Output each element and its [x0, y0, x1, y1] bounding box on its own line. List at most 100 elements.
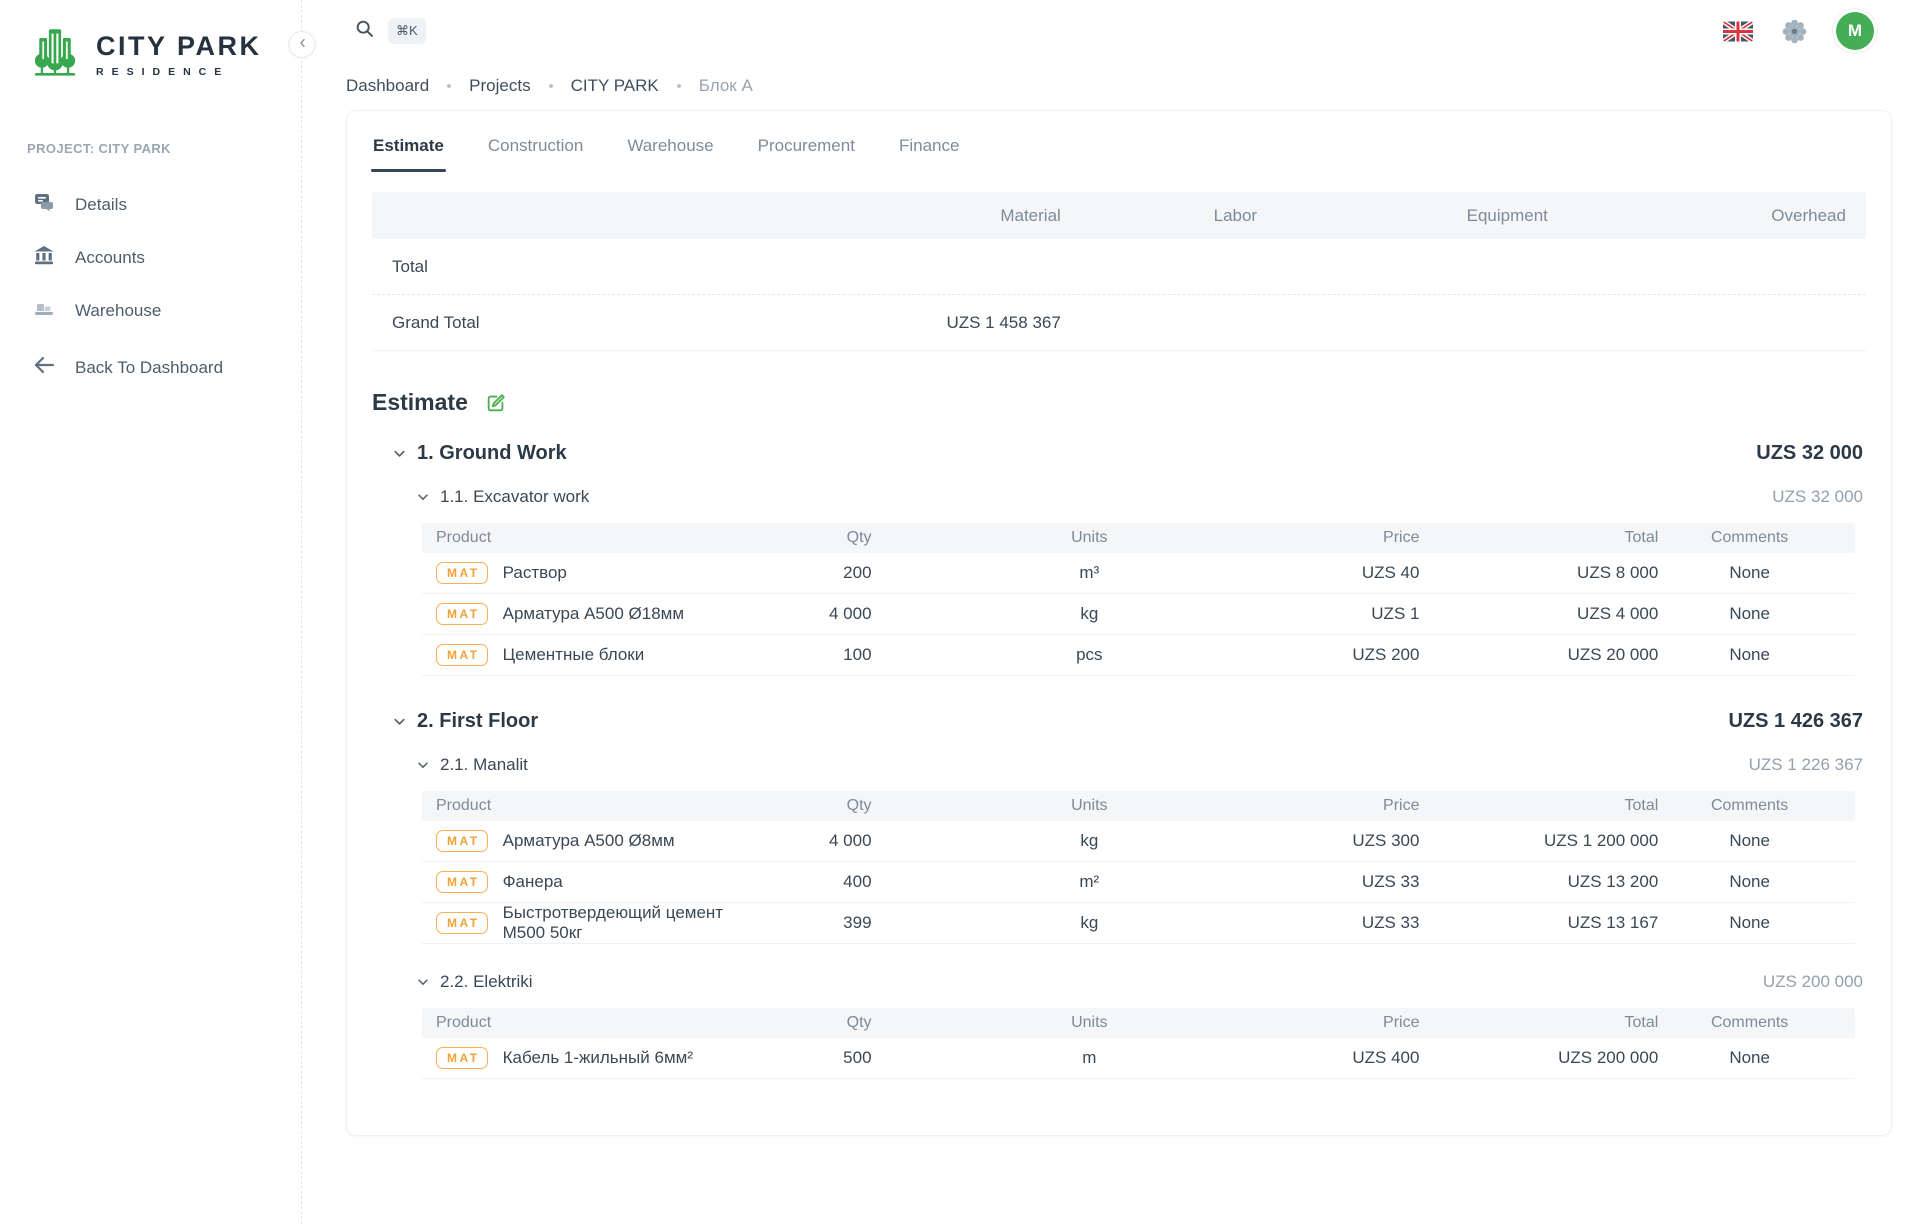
- cell-total: UZS 4 000: [1419, 604, 1658, 624]
- chevron-down-icon[interactable]: [392, 446, 407, 461]
- settings-gear-icon[interactable]: [1781, 18, 1808, 45]
- tab-construction[interactable]: Construction: [486, 121, 585, 172]
- tab-procurement[interactable]: Procurement: [756, 121, 857, 172]
- cell-units: m: [872, 1048, 1308, 1068]
- sidebar: CITY PARK RESIDENCE PROJECT: CITY PARK D…: [0, 0, 302, 1224]
- section-header[interactable]: 1. Ground Work UZS 32 000: [347, 442, 1891, 465]
- chevron-down-icon[interactable]: [416, 490, 430, 504]
- sidebar-item-details[interactable]: Details: [27, 178, 281, 231]
- table-row[interactable]: MAT Быстротвердеющий цемент М500 50кг 39…: [422, 903, 1855, 944]
- search-icon: [354, 18, 375, 44]
- cell-price: UZS 1: [1307, 604, 1419, 624]
- tab-bar: Estimate Construction Warehouse Procurem…: [347, 111, 1891, 172]
- section-title: 2. First Floor: [417, 710, 538, 733]
- brand-name: CITY PARK: [96, 31, 262, 62]
- brand-logo[interactable]: CITY PARK RESIDENCE: [27, 24, 281, 85]
- tab-estimate[interactable]: Estimate: [371, 121, 446, 172]
- col-qty: Qty: [759, 797, 871, 815]
- table-row[interactable]: MAT Кабель 1-жильный 6мм² 500 m UZS 400 …: [422, 1038, 1855, 1079]
- breadcrumb: Dashboard Projects CITY PARK Блок А: [302, 62, 1920, 96]
- table-row[interactable]: MAT Арматура А500 Ø18мм 4 000 kg UZS 1 U…: [422, 594, 1855, 635]
- language-flag-uk-icon[interactable]: [1723, 21, 1753, 42]
- product-name: Быстротвердеющий цемент М500 50кг: [503, 903, 760, 943]
- table-row[interactable]: MAT Цементные блоки 100 pcs UZS 200 UZS …: [422, 635, 1855, 676]
- section-total: UZS 1 426 367: [1728, 710, 1863, 733]
- brand-wordmark: CITY PARK RESIDENCE: [96, 31, 262, 78]
- col-qty: Qty: [759, 1014, 871, 1032]
- col-comments: Comments: [1658, 797, 1841, 815]
- cell-total: UZS 13 167: [1419, 913, 1658, 933]
- sidebar-item-back-to-dashboard[interactable]: Back To Dashboard: [27, 341, 281, 394]
- subsection-title: 2.2. Elektriki: [440, 972, 533, 992]
- sidebar-item-accounts[interactable]: Accounts: [27, 231, 281, 284]
- subsection-header-elektriki[interactable]: 2.2. Elektriki UZS 200 000: [347, 972, 1891, 992]
- subsection-header-excavator-work[interactable]: 1.1. Excavator work UZS 32 000: [347, 487, 1891, 507]
- cell-total: UZS 8 000: [1419, 563, 1658, 583]
- sidebar-nav: Details Accounts: [27, 178, 281, 394]
- brand-subname: RESIDENCE: [96, 66, 262, 78]
- breadcrumb-projects[interactable]: Projects: [469, 76, 530, 96]
- product-name: Кабель 1-жильный 6мм²: [503, 1048, 693, 1068]
- chevron-down-icon[interactable]: [392, 714, 407, 729]
- cell-units: pcs: [872, 645, 1308, 665]
- col-comments: Comments: [1658, 529, 1841, 547]
- table-row[interactable]: MAT Раствор 200 m³ UZS 40 UZS 8 000 None: [422, 553, 1855, 594]
- subsection-total: UZS 1 226 367: [1749, 755, 1863, 775]
- user-avatar[interactable]: M: [1836, 12, 1874, 50]
- material-badge: MAT: [436, 562, 488, 584]
- chevron-down-icon[interactable]: [416, 975, 430, 989]
- project-label: PROJECT: CITY PARK: [27, 141, 281, 156]
- avatar-initial: M: [1848, 21, 1862, 41]
- cell-total: UZS 200 000: [1419, 1048, 1658, 1068]
- chevron-down-icon[interactable]: [416, 758, 430, 772]
- warehouse-icon: [32, 296, 56, 325]
- product-name: Фанера: [503, 872, 563, 892]
- cell-total: UZS 13 200: [1419, 872, 1658, 892]
- col-product: Product: [436, 797, 759, 815]
- cell-qty: 399: [759, 913, 871, 933]
- cell-units: kg: [872, 604, 1308, 624]
- search-button[interactable]: ⌘K: [354, 18, 426, 44]
- cell-comments: None: [1658, 645, 1841, 665]
- cell-qty: 100: [759, 645, 871, 665]
- breadcrumb-separator-dot: [549, 84, 553, 88]
- cell-total: UZS 1 200 000: [1419, 831, 1658, 851]
- material-badge: MAT: [436, 912, 488, 934]
- cost-summary-table: Material Labor Equipment Overhead Total …: [372, 192, 1866, 351]
- summary-header-row: Material Labor Equipment Overhead: [372, 192, 1866, 239]
- sidebar-item-warehouse[interactable]: Warehouse: [27, 284, 281, 337]
- cell-total: UZS 20 000: [1419, 645, 1658, 665]
- section-title: 1. Ground Work: [417, 442, 567, 465]
- cell-units: m³: [872, 563, 1308, 583]
- tab-finance[interactable]: Finance: [897, 121, 961, 172]
- sidebar-item-label: Back To Dashboard: [75, 358, 223, 378]
- cell-units: kg: [872, 913, 1308, 933]
- subsection-total: UZS 200 000: [1763, 972, 1863, 992]
- arrow-left-icon: [32, 353, 56, 382]
- edit-estimate-icon[interactable]: [485, 392, 507, 414]
- sidebar-item-label: Details: [75, 195, 127, 215]
- estimate-title: Estimate: [372, 389, 468, 416]
- col-price: Price: [1307, 797, 1419, 815]
- breadcrumb-city-park[interactable]: CITY PARK: [571, 76, 659, 96]
- col-price: Price: [1307, 1014, 1419, 1032]
- table-row[interactable]: MAT Арматура А500 Ø8мм 4 000 kg UZS 300 …: [422, 821, 1855, 862]
- cell-qty: 200: [759, 563, 871, 583]
- subsection-header-manalit[interactable]: 2.1. Manalit UZS 1 226 367: [347, 755, 1891, 775]
- subsection-total: UZS 32 000: [1772, 487, 1863, 507]
- table-row[interactable]: MAT Фанера 400 m² UZS 33 UZS 13 200 None: [422, 862, 1855, 903]
- section-header[interactable]: 2. First Floor UZS 1 426 367: [347, 710, 1891, 733]
- col-comments: Comments: [1658, 1014, 1841, 1032]
- breadcrumb-block-a: Блок А: [699, 76, 753, 96]
- summary-col-equipment: Equipment: [1257, 206, 1548, 226]
- material-badge: MAT: [436, 1047, 488, 1069]
- cell-units: kg: [872, 831, 1308, 851]
- material-badge: MAT: [436, 871, 488, 893]
- search-shortcut-badge: ⌘K: [388, 18, 426, 44]
- product-name: Цементные блоки: [503, 645, 645, 665]
- col-units: Units: [872, 529, 1308, 547]
- tab-warehouse[interactable]: Warehouse: [625, 121, 715, 172]
- product-name: Арматура А500 Ø8мм: [503, 831, 675, 851]
- items-header-row: Product Qty Units Price Total Comments: [422, 523, 1855, 553]
- breadcrumb-dashboard[interactable]: Dashboard: [346, 76, 429, 96]
